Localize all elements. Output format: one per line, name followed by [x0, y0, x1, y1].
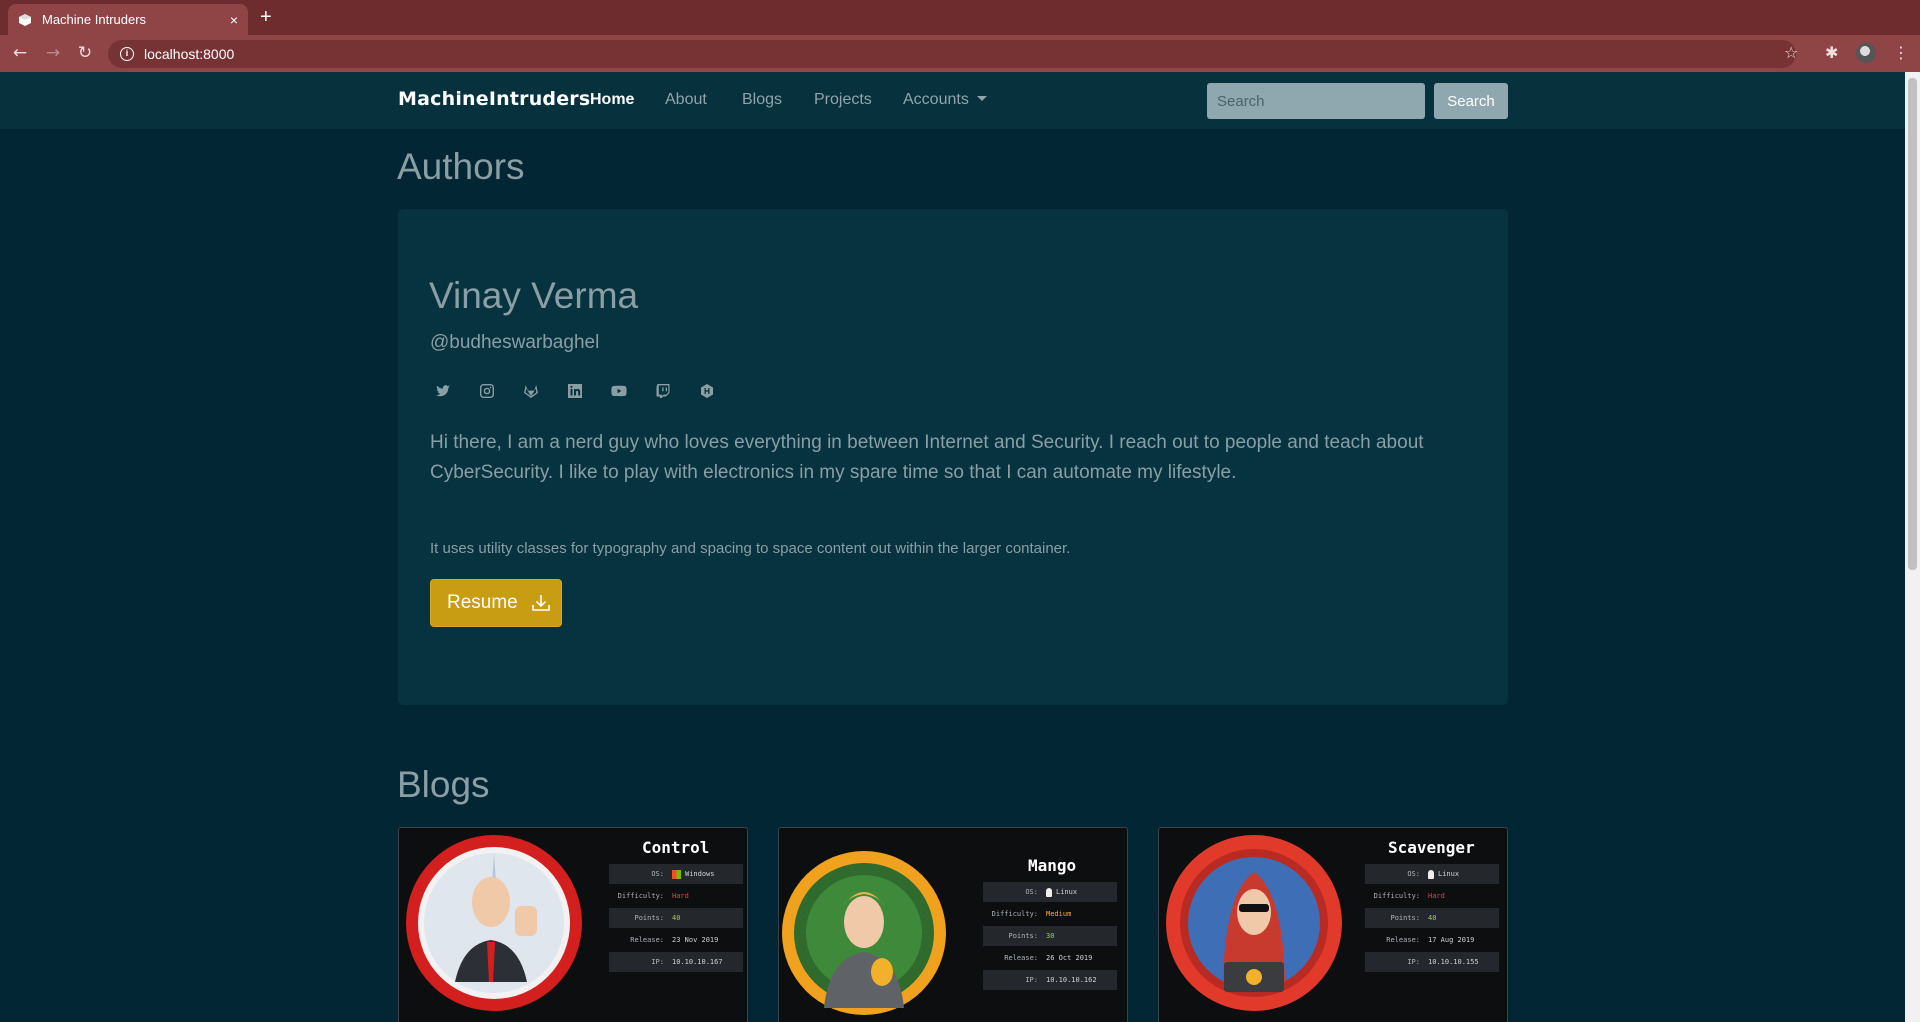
browser-menu-icon[interactable]: ⋮ — [1893, 42, 1909, 64]
hackthebox-icon[interactable] — [697, 381, 717, 401]
card-title: Control — [642, 838, 710, 857]
bookmark-star-icon[interactable]: ☆ — [1784, 42, 1798, 64]
profile-avatar[interactable] — [1856, 43, 1876, 63]
forward-button[interactable]: → — [42, 42, 64, 64]
info-ip: IP: 10.10.10.155 — [1365, 952, 1499, 972]
extensions-icon[interactable]: ✱ — [1825, 42, 1838, 64]
info-difficulty: Difficulty: Hard — [1373, 892, 1445, 900]
info-ip: IP: 10.10.10.162 — [983, 970, 1117, 990]
url-text: localhost:8000 — [144, 46, 235, 62]
linkedin-icon[interactable] — [565, 381, 585, 401]
browser-toolbar: ← → ↻ i localhost:8000 ☆ ✱ ⋮ — [0, 35, 1920, 72]
blog-card-control[interactable]: Control OS: Windows Difficulty: Hard Poin… — [398, 827, 748, 1022]
download-icon — [531, 595, 550, 611]
nav-projects[interactable]: Projects — [814, 91, 872, 109]
info-release: Release: 17 Aug 2019 — [1386, 936, 1475, 944]
linux-icon — [1046, 887, 1052, 897]
windows-icon — [672, 869, 681, 879]
info-os: OS: Linux — [983, 882, 1117, 902]
linux-icon — [1428, 869, 1434, 879]
reload-button[interactable]: ↻ — [74, 42, 96, 64]
author-bio: Hi there, I am a nerd guy who loves ever… — [430, 432, 1424, 483]
address-bar[interactable]: i localhost:8000 — [108, 40, 1796, 68]
site-favicon-icon — [19, 13, 31, 26]
instagram-icon[interactable] — [477, 381, 497, 401]
scrollbar-thumb[interactable] — [1908, 78, 1917, 570]
info-points: Points: 40 — [609, 908, 743, 928]
info-release: Release: 23 Nov 2019 — [630, 936, 719, 944]
info-points: Points: 30 — [983, 926, 1117, 946]
youtube-icon[interactable] — [609, 381, 629, 401]
author-card: Vinay Verma @budheswarbaghel Hi there, I… — [398, 209, 1508, 705]
twitch-icon[interactable] — [653, 381, 673, 401]
author-note: It uses utility classes for typography a… — [430, 540, 1071, 557]
nav-about[interactable]: About — [665, 91, 707, 109]
card-title: Scavenger — [1388, 838, 1475, 857]
info-points: Points: 40 — [1365, 908, 1499, 928]
tab-title: Machine Intruders — [42, 12, 147, 27]
mango-avatar-icon — [782, 851, 946, 1015]
nav-blogs[interactable]: Blogs — [742, 91, 782, 109]
info-difficulty: Difficulty: Hard — [617, 892, 689, 900]
gitlab-icon[interactable] — [521, 381, 541, 401]
control-avatar-icon — [406, 835, 582, 1011]
info-release: Release: 26 Oct 2019 — [1004, 954, 1093, 962]
back-button[interactable]: ← — [9, 42, 31, 64]
scavenger-avatar-icon — [1166, 835, 1342, 1011]
info-os: OS: Linux — [1365, 864, 1499, 884]
blogs-heading: Blogs — [397, 764, 490, 805]
card-title: Mango — [1028, 856, 1077, 875]
browser-tabstrip: Machine Intruders × + — [0, 0, 1920, 35]
social-links — [433, 381, 717, 401]
site-navbar: MachineIntruders Home About Blogs Projec… — [0, 72, 1905, 129]
twitter-icon[interactable] — [433, 381, 453, 401]
resume-download-button[interactable]: Resume — [430, 579, 562, 627]
blog-card-scavenger[interactable]: Scavenger OS: Linux Difficulty: Hard Poin… — [1158, 827, 1508, 1022]
brand-logo[interactable]: MachineIntruders — [398, 88, 590, 110]
page-viewport: MachineIntruders Home About Blogs Projec… — [0, 72, 1905, 1022]
author-name: Vinay Verma — [429, 275, 639, 316]
search-input[interactable] — [1207, 83, 1425, 119]
author-handle: @budheswarbaghel — [430, 332, 600, 353]
caret-down-icon — [976, 96, 987, 101]
nav-home[interactable]: Home — [590, 91, 634, 109]
info-difficulty: Difficulty: Medium — [991, 910, 1072, 918]
blog-card-mango[interactable]: Mango OS: Linux Difficulty: Medium Points… — [778, 827, 1128, 1022]
browser-tab[interactable]: Machine Intruders × — [8, 4, 248, 35]
nav-accounts-label: Accounts — [903, 91, 969, 108]
new-tab-button[interactable]: + — [260, 6, 272, 28]
page-scrollbar[interactable] — [1905, 72, 1920, 1022]
tab-close-icon[interactable]: × — [230, 12, 238, 28]
site-info-icon[interactable]: i — [120, 47, 134, 61]
search-button[interactable]: Search — [1434, 83, 1508, 119]
info-ip: IP: 10.10.10.167 — [609, 952, 743, 972]
authors-heading: Authors — [397, 146, 525, 187]
nav-accounts-dropdown[interactable]: Accounts — [903, 91, 987, 109]
resume-label: Resume — [447, 592, 518, 613]
info-os: OS: Windows — [609, 864, 743, 884]
